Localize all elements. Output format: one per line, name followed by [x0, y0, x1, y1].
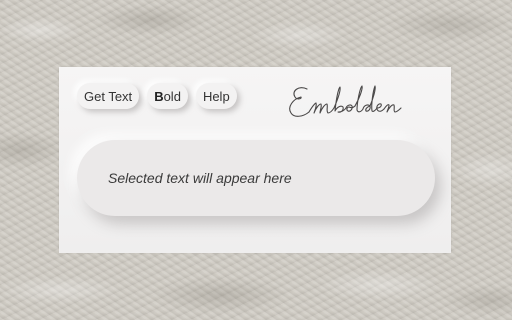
help-button[interactable]: Help — [195, 83, 237, 109]
toolbar: Get Text Bold Help — [77, 83, 237, 109]
bold-label-rest: old — [163, 88, 181, 104]
extension-panel: Get Text Bold Help Selected text will ap… — [59, 67, 451, 253]
embolden-script-logo — [289, 85, 402, 117]
selected-text-output: Selected text will appear here — [77, 140, 435, 216]
bold-button[interactable]: Bold — [147, 83, 188, 109]
help-label: Help — [202, 88, 230, 104]
output-placeholder: Selected text will appear here — [108, 170, 292, 186]
bold-label-first: B — [154, 88, 164, 104]
get-text-label: Get Text — [84, 88, 133, 104]
brand-logo — [285, 77, 415, 123]
get-text-button[interactable]: Get Text — [77, 83, 140, 109]
